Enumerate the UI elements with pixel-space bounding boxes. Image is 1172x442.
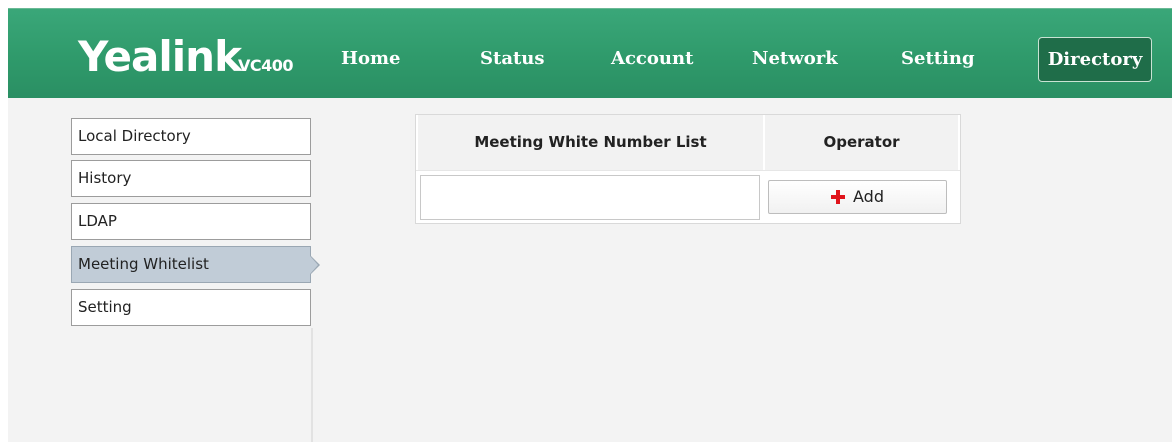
- nav-account[interactable]: Account: [611, 47, 693, 71]
- row-divider: [416, 170, 960, 171]
- nav-home[interactable]: Home: [341, 47, 401, 71]
- nav-status[interactable]: Status: [480, 47, 545, 71]
- model-label: VC400: [238, 56, 294, 75]
- sidebar-item-history[interactable]: History: [71, 160, 311, 197]
- top-header: Yealink VC400 Home Status Account Networ…: [8, 8, 1172, 98]
- sidebar-item-ldap[interactable]: LDAP: [71, 203, 311, 240]
- nav-directory[interactable]: Directory: [1038, 37, 1152, 82]
- add-button-label: Add: [853, 187, 884, 206]
- plus-icon: [831, 190, 845, 204]
- sidebar-item-setting[interactable]: Setting: [71, 289, 311, 326]
- column-header-number-list: Meeting White Number List: [418, 115, 763, 170]
- add-button[interactable]: Add: [768, 180, 947, 214]
- nav-network[interactable]: Network: [752, 47, 838, 71]
- whitelist-table: Meeting White Number List Operator Add: [415, 114, 961, 224]
- nav-setting[interactable]: Setting: [901, 47, 975, 71]
- window-left-edge: [0, 8, 8, 442]
- yealink-logo: Yealink: [78, 32, 242, 81]
- sidebar-item-local-directory[interactable]: Local Directory: [71, 118, 311, 155]
- sidebar-divider: [311, 328, 313, 442]
- window-top-strip: [0, 0, 1172, 8]
- column-header-operator: Operator: [765, 115, 958, 170]
- sidebar-item-meeting-whitelist[interactable]: Meeting Whitelist: [71, 246, 311, 283]
- whitelist-number-input[interactable]: [420, 175, 760, 220]
